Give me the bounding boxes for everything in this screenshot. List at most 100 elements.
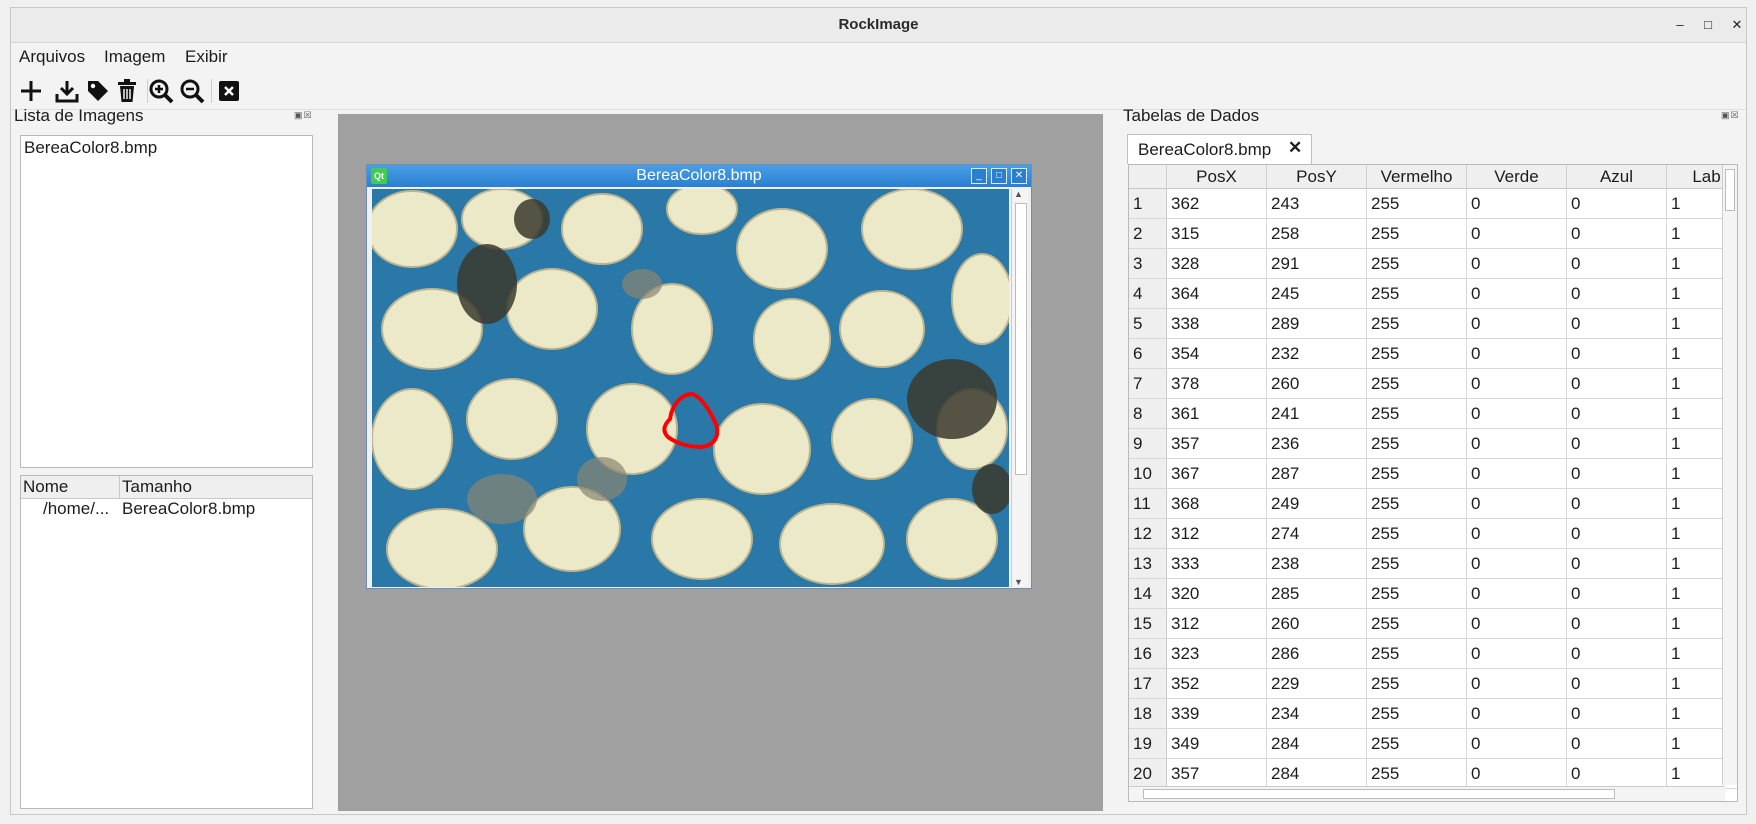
table-cell[interactable]: 0 xyxy=(1467,759,1567,789)
table-vertical-scrollbar[interactable] xyxy=(1722,165,1737,785)
table-cell[interactable]: 0 xyxy=(1567,699,1667,729)
table-cell[interactable]: 0 xyxy=(1467,279,1567,309)
table-cell[interactable]: 0 xyxy=(1567,489,1667,519)
table-row[interactable]: 9 357 236 255 0 0 1 xyxy=(1129,429,1737,459)
rock-image-canvas[interactable] xyxy=(372,189,1009,587)
row-header[interactable]: 19 xyxy=(1129,729,1167,759)
table-horizontal-scrollbar[interactable] xyxy=(1129,786,1725,801)
table-cell[interactable]: 258 xyxy=(1267,219,1367,249)
table-cell[interactable]: 255 xyxy=(1367,339,1467,369)
table-cell[interactable]: 260 xyxy=(1267,369,1367,399)
table-cell[interactable]: 0 xyxy=(1467,219,1567,249)
minimize-button[interactable]: – xyxy=(1671,16,1689,34)
table-cell[interactable]: 312 xyxy=(1167,519,1267,549)
table-cell[interactable]: 0 xyxy=(1567,579,1667,609)
close-image-button[interactable] xyxy=(215,77,243,105)
table-cell[interactable]: 284 xyxy=(1267,729,1367,759)
table-cell[interactable]: 255 xyxy=(1367,429,1467,459)
table-row[interactable]: 6 354 232 255 0 0 1 xyxy=(1129,339,1737,369)
row-header[interactable]: 1 xyxy=(1129,189,1167,219)
table-cell[interactable]: 289 xyxy=(1267,309,1367,339)
maximize-button[interactable]: □ xyxy=(1699,16,1717,34)
row-header[interactable]: 7 xyxy=(1129,369,1167,399)
table-cell[interactable]: 0 xyxy=(1567,609,1667,639)
table-cell[interactable]: 339 xyxy=(1167,699,1267,729)
table-corner[interactable] xyxy=(1129,165,1167,189)
table-cell[interactable]: 352 xyxy=(1167,669,1267,699)
add-button[interactable] xyxy=(17,77,45,105)
tab-bereacolor8[interactable]: BereaColor8.bmp ✕ xyxy=(1127,134,1312,164)
table-cell[interactable]: 0 xyxy=(1467,579,1567,609)
table-row[interactable]: 1 362 243 255 0 0 1 xyxy=(1129,189,1737,219)
table-cell[interactable]: 0 xyxy=(1567,429,1667,459)
table-cell[interactable]: 255 xyxy=(1367,249,1467,279)
table-cell[interactable]: 274 xyxy=(1267,519,1367,549)
row-header[interactable]: 16 xyxy=(1129,639,1167,669)
table-row[interactable]: 17 352 229 255 0 0 1 xyxy=(1129,669,1737,699)
table-cell[interactable]: 255 xyxy=(1367,399,1467,429)
menu-exibir[interactable]: Exibir xyxy=(185,47,228,67)
table-row[interactable]: 16 323 286 255 0 0 1 xyxy=(1129,639,1737,669)
table-cell[interactable]: 0 xyxy=(1567,669,1667,699)
row-header[interactable]: 13 xyxy=(1129,549,1167,579)
table-cell[interactable]: 0 xyxy=(1567,459,1667,489)
table-cell[interactable]: 0 xyxy=(1567,729,1667,759)
image-subwindow[interactable]: Qt BereaColor8.bmp _ □ ✕ ▲ ▼ xyxy=(366,164,1032,589)
row-header[interactable]: 12 xyxy=(1129,519,1167,549)
table-cell[interactable]: 284 xyxy=(1267,759,1367,789)
column-header-posx[interactable]: PosX xyxy=(1167,165,1267,189)
table-cell[interactable]: 255 xyxy=(1367,369,1467,399)
table-cell[interactable]: 0 xyxy=(1467,639,1567,669)
table-cell[interactable]: 0 xyxy=(1467,519,1567,549)
table-cell[interactable]: 354 xyxy=(1167,339,1267,369)
table-row[interactable]: 5 338 289 255 0 0 1 xyxy=(1129,309,1737,339)
table-cell[interactable]: 0 xyxy=(1467,459,1567,489)
delete-button[interactable] xyxy=(113,77,141,105)
table-cell[interactable]: 362 xyxy=(1167,189,1267,219)
scroll-up-icon[interactable]: ▲ xyxy=(1014,189,1023,199)
row-header[interactable]: 11 xyxy=(1129,489,1167,519)
table-cell[interactable]: 255 xyxy=(1367,189,1467,219)
menu-arquivos[interactable]: Arquivos xyxy=(19,47,85,67)
table-cell[interactable]: 255 xyxy=(1367,279,1467,309)
table-cell[interactable]: 238 xyxy=(1267,549,1367,579)
table-cell[interactable]: 255 xyxy=(1367,759,1467,789)
table-cell[interactable]: 367 xyxy=(1167,459,1267,489)
table-row[interactable]: 20 357 284 255 0 0 1 xyxy=(1129,759,1737,789)
table-cell[interactable]: 243 xyxy=(1267,189,1367,219)
table-cell[interactable]: 286 xyxy=(1267,639,1367,669)
table-row[interactable]: 7 378 260 255 0 0 1 xyxy=(1129,369,1737,399)
table-cell[interactable]: 0 xyxy=(1567,549,1667,579)
table-cell[interactable]: 0 xyxy=(1467,429,1567,459)
table-cell[interactable]: 0 xyxy=(1567,249,1667,279)
table-cell[interactable]: 0 xyxy=(1567,519,1667,549)
image-list-item[interactable]: BereaColor8.bmp xyxy=(24,138,157,158)
row-header[interactable]: 20 xyxy=(1129,759,1167,789)
table-cell[interactable]: 0 xyxy=(1467,549,1567,579)
column-header-vermelho[interactable]: Vermelho xyxy=(1367,165,1467,189)
table-cell[interactable]: 255 xyxy=(1367,699,1467,729)
table-row[interactable]: 4 364 245 255 0 0 1 xyxy=(1129,279,1737,309)
column-header-azul[interactable]: Azul xyxy=(1567,165,1667,189)
table-cell[interactable]: 0 xyxy=(1467,399,1567,429)
row-header[interactable]: 5 xyxy=(1129,309,1167,339)
table-cell[interactable]: 255 xyxy=(1367,489,1467,519)
table-cell[interactable]: 255 xyxy=(1367,729,1467,759)
table-cell[interactable]: 0 xyxy=(1567,369,1667,399)
table-cell[interactable]: 232 xyxy=(1267,339,1367,369)
table-row[interactable]: 2 315 258 255 0 0 1 xyxy=(1129,219,1737,249)
table-cell[interactable]: 255 xyxy=(1367,609,1467,639)
row-header[interactable]: 17 xyxy=(1129,669,1167,699)
table-cell[interactable]: 0 xyxy=(1467,669,1567,699)
row-header[interactable]: 3 xyxy=(1129,249,1167,279)
zoom-out-button[interactable] xyxy=(178,77,206,105)
scroll-down-icon[interactable]: ▼ xyxy=(1014,577,1023,587)
table-cell[interactable]: 333 xyxy=(1167,549,1267,579)
table-cell[interactable]: 323 xyxy=(1167,639,1267,669)
row-header[interactable]: 18 xyxy=(1129,699,1167,729)
column-header-posy[interactable]: PosY xyxy=(1267,165,1367,189)
table-hscroll-thumb[interactable] xyxy=(1143,789,1615,799)
subwindow-title-bar[interactable]: Qt BereaColor8.bmp _ □ ✕ xyxy=(367,165,1031,187)
row-header[interactable]: 10 xyxy=(1129,459,1167,489)
dock-float-close-icons[interactable]: ▣☒ xyxy=(1721,110,1740,121)
